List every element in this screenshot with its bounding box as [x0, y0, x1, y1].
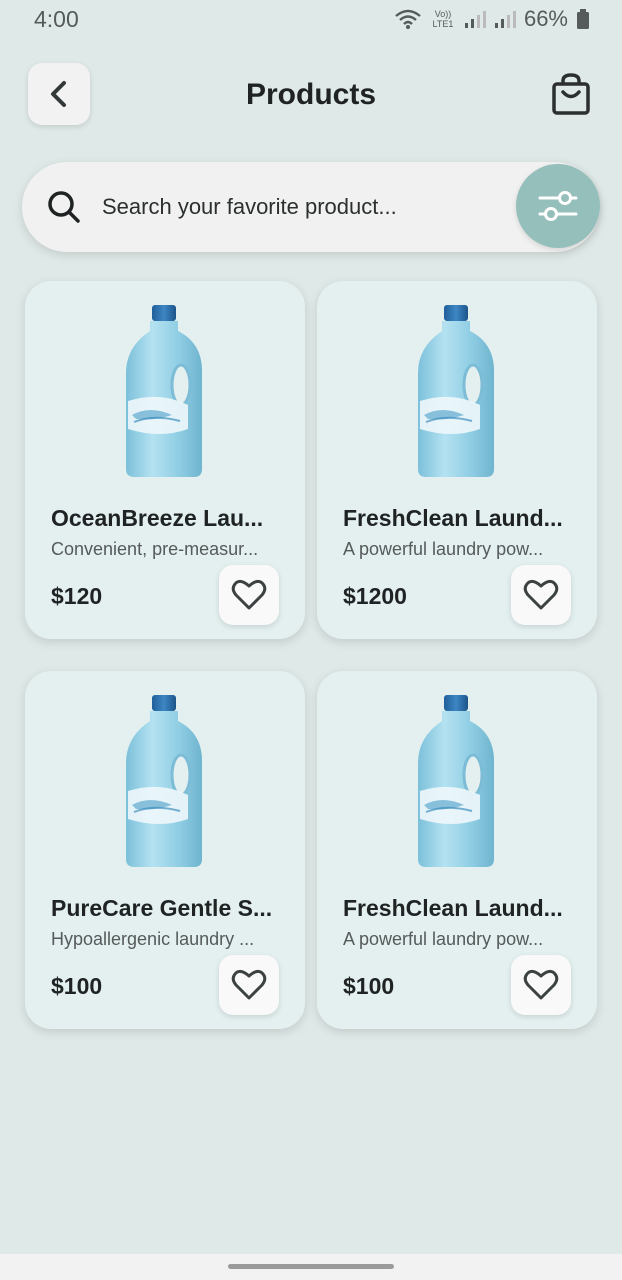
product-card[interactable]: FreshClean Laund... A powerful laundry p…	[317, 281, 597, 639]
product-price: $1200	[343, 583, 407, 609]
search-icon	[48, 191, 80, 223]
status-icons: Vo)) LTE1 66%	[394, 6, 590, 32]
product-name: FreshClean Laund...	[343, 895, 563, 921]
heart-icon	[523, 969, 559, 1000]
favorite-button[interactable]	[219, 955, 279, 1015]
favorite-button[interactable]	[511, 955, 571, 1015]
product-card[interactable]: OceanBreeze Lau... Convenient, pre-measu…	[25, 281, 305, 639]
shopping-bag-icon	[552, 73, 590, 115]
product-image	[416, 693, 496, 869]
search-bar	[22, 162, 600, 252]
signal-icon-2	[494, 11, 516, 28]
favorite-button[interactable]	[219, 565, 279, 625]
heart-icon	[231, 969, 267, 1000]
network-label: Vo)) LTE1	[432, 9, 454, 29]
product-card[interactable]: PureCare Gentle S... Hypoallergenic laun…	[25, 671, 305, 1029]
status-bar: 4:00 Vo)) LTE1 66%	[0, 0, 622, 42]
status-time: 4:00	[34, 6, 79, 32]
page-title: Products	[245, 78, 377, 111]
wifi-icon	[395, 9, 421, 29]
product-price: $120	[51, 583, 103, 609]
heart-icon	[523, 579, 559, 610]
signal-icon	[464, 11, 486, 28]
product-name: OceanBreeze Lau...	[51, 505, 264, 531]
search-input[interactable]	[100, 186, 514, 228]
battery-icon	[577, 9, 589, 29]
product-price: $100	[51, 973, 103, 999]
product-name: PureCare Gentle S...	[51, 895, 273, 921]
product-description: Hypoallergenic laundry ...	[51, 929, 255, 949]
product-description: A powerful laundry pow...	[343, 539, 544, 559]
product-image	[124, 303, 204, 479]
filter-button[interactable]	[516, 164, 600, 248]
cart-button[interactable]	[550, 72, 592, 116]
system-nav-bar	[0, 1254, 622, 1280]
product-description: Convenient, pre-measur...	[51, 539, 259, 559]
product-name: FreshClean Laund...	[343, 505, 563, 531]
product-description: A powerful laundry pow...	[343, 929, 544, 949]
product-price: $100	[343, 973, 395, 999]
product-image	[124, 693, 204, 869]
sliders-icon	[538, 191, 578, 221]
favorite-button[interactable]	[511, 565, 571, 625]
product-image	[416, 303, 496, 479]
product-card[interactable]: FreshClean Laund... A powerful laundry p…	[317, 671, 597, 1029]
home-indicator[interactable]	[228, 1264, 394, 1269]
heart-icon	[231, 579, 267, 610]
battery-percent: 66%	[523, 6, 568, 31]
